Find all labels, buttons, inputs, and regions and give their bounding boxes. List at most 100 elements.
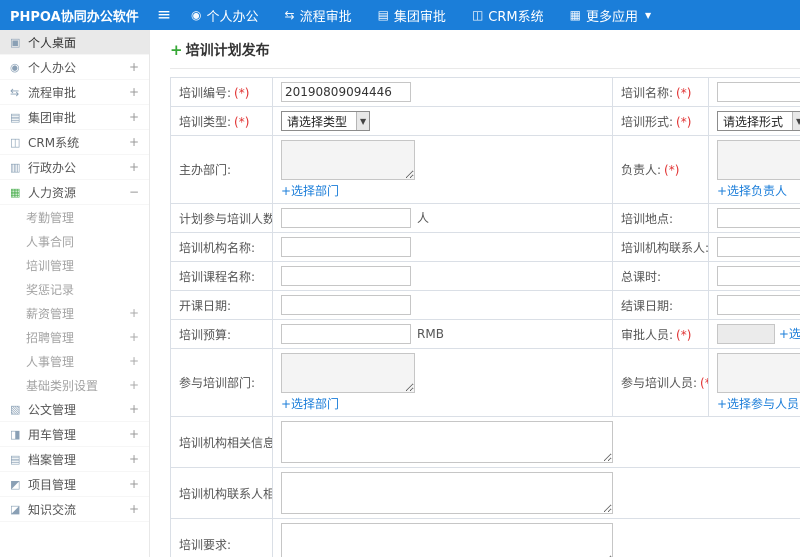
topnav-label: 集团审批 xyxy=(393,9,446,25)
field-label: 培训课程名称: xyxy=(179,269,256,284)
expand-toggle[interactable]: + xyxy=(127,330,139,344)
table-row: 培训要求: xyxy=(170,518,800,557)
course-name-input[interactable] xyxy=(281,266,411,286)
expand-toggle[interactable]: + xyxy=(127,60,139,74)
sidebar-item-process-approval[interactable]: ⇆ 流程审批 + xyxy=(0,80,149,105)
sidebar-item-label: CRM系统 xyxy=(28,135,80,150)
sidebar-item-label: 知识交流 xyxy=(28,502,77,517)
org-info-textarea[interactable] xyxy=(281,421,613,463)
sidebar-item-admin-office[interactable]: ▥ 行政办公 + xyxy=(0,155,149,180)
sidebar-subitem-label: 考勤管理 xyxy=(26,210,75,225)
training-name-input[interactable] xyxy=(717,82,800,102)
sidebar-subitem-label: 基础类别设置 xyxy=(26,378,99,393)
join-people-textarea[interactable] xyxy=(717,353,800,393)
field-label: 培训编号: xyxy=(179,85,232,100)
select-leader-link[interactable]: +选择负责人 xyxy=(717,182,787,199)
expand-toggle[interactable]: + xyxy=(127,477,139,491)
approver-input[interactable] xyxy=(717,324,775,344)
training-number-input[interactable] xyxy=(281,82,411,102)
sidebar-item-personal-desktop[interactable]: ▣ 个人桌面 xyxy=(0,30,149,55)
field-label: 开课日期: xyxy=(179,298,232,313)
participant-count-input[interactable] xyxy=(281,208,411,228)
select-join-dept-link[interactable]: +选择部门 xyxy=(281,395,339,412)
required-mark: (*) xyxy=(676,114,692,129)
sidebar-item-salary-mgmt[interactable]: 薪资管理 + xyxy=(0,301,149,325)
sidebar-item-group-approval[interactable]: ▤ 集团审批 + xyxy=(0,105,149,130)
select-join-people-link[interactable]: +选择参与人员 xyxy=(717,395,799,412)
unit-suffix: 人 xyxy=(417,211,430,225)
location-input[interactable] xyxy=(717,208,800,228)
expand-toggle[interactable]: + xyxy=(127,354,139,368)
table-row: 参与培训部门: +选择部门 参与培训人员:(*) +选择参与人员 xyxy=(170,348,800,417)
sidebar-item-label: 个人办公 xyxy=(28,60,77,75)
sidebar-item-training-mgmt[interactable]: 培训管理 xyxy=(0,253,149,277)
sidebar-item-label: 公文管理 xyxy=(28,402,77,417)
expand-toggle[interactable]: + xyxy=(127,85,139,99)
expand-toggle[interactable]: + xyxy=(127,306,139,320)
join-dept-textarea[interactable] xyxy=(281,353,415,393)
expand-toggle[interactable]: + xyxy=(127,502,139,516)
topnav-personal-office[interactable]: ◉ 个人办公 xyxy=(178,0,272,30)
topnav-crm-system[interactable]: ◫ CRM系统 xyxy=(459,0,557,30)
flow-icon: ⇆ xyxy=(284,8,295,22)
field-label: 结课日期: xyxy=(621,298,674,313)
project-icon: ◩ xyxy=(10,477,21,491)
sidebar-item-personal-office[interactable]: ◉ 个人办公 + xyxy=(0,55,149,80)
leader-textarea[interactable] xyxy=(717,140,800,180)
table-row: 主办部门: +选择部门 负责人: (*) +选择负责人 xyxy=(170,135,800,204)
page-title: 培训计划发布 xyxy=(185,43,270,59)
sidebar-item-base-category-settings[interactable]: 基础类别设置 + xyxy=(0,373,149,397)
collapse-toggle[interactable]: − xyxy=(127,185,139,199)
field-label: 培训机构联系人: xyxy=(621,240,709,255)
expand-toggle[interactable]: + xyxy=(127,378,139,392)
total-hours-input[interactable] xyxy=(717,266,800,286)
field-label: 培训地点: xyxy=(621,211,674,226)
training-mode-select[interactable]: 请选择形式 ▼ xyxy=(717,111,800,131)
admin-office-icon: ▥ xyxy=(10,160,21,174)
expand-toggle[interactable]: + xyxy=(127,110,139,124)
field-label: 负责人: xyxy=(621,163,662,177)
field-label: 主办部门: xyxy=(179,163,232,177)
start-date-input[interactable] xyxy=(281,295,411,315)
org-contact-input[interactable] xyxy=(717,237,800,257)
budget-input[interactable] xyxy=(281,324,411,344)
topnav-group-approval[interactable]: ▤ 集团审批 xyxy=(365,0,459,30)
sidebar-item-attendance-mgmt[interactable]: 考勤管理 xyxy=(0,205,149,229)
expand-toggle[interactable]: + xyxy=(127,135,139,149)
topnav-label: CRM系统 xyxy=(488,9,544,25)
required-mark: (*) xyxy=(676,85,692,100)
end-date-input[interactable] xyxy=(717,295,800,315)
select-approver-link[interactable]: +选择审批人员 xyxy=(779,327,800,341)
sidebar-item-document-mgmt[interactable]: ▧ 公文管理 + xyxy=(0,397,149,422)
topnav-more-apps[interactable]: ▦ 更多应用 ▼ xyxy=(557,0,665,30)
expand-toggle[interactable]: + xyxy=(127,427,139,441)
sidebar-item-reward-punishment[interactable]: 奖惩记录 xyxy=(0,277,149,301)
user-icon: ◉ xyxy=(10,60,20,74)
host-dept-textarea[interactable] xyxy=(281,140,415,180)
expand-toggle[interactable]: + xyxy=(127,452,139,466)
training-plan-form: 培训编号:(*) 培训名称:(*) 培训类型:(*) 请选择类型 ▼ 培训形式:… xyxy=(170,77,800,557)
sidebar-item-project-mgmt[interactable]: ◩ 项目管理 + xyxy=(0,472,149,497)
org-contact-info-textarea[interactable] xyxy=(281,472,613,514)
select-dept-link[interactable]: +选择部门 xyxy=(281,182,339,199)
hamburger-menu-icon[interactable]: ≡ xyxy=(150,0,178,30)
crm-icon: ◫ xyxy=(471,8,484,22)
select-value: 请选择形式 xyxy=(723,114,784,129)
topnav-process-approval[interactable]: ⇆ 流程审批 xyxy=(272,0,365,30)
training-type-select[interactable]: 请选择类型 ▼ xyxy=(281,111,371,131)
expand-toggle[interactable]: + xyxy=(127,160,139,174)
field-label: 培训形式: xyxy=(621,114,674,129)
sidebar-item-hr[interactable]: ▦ 人力资源 − xyxy=(0,180,149,205)
sidebar-item-personnel-mgmt[interactable]: 人事管理 + xyxy=(0,349,149,373)
expand-toggle[interactable]: + xyxy=(127,402,139,416)
field-label: 培训要求: xyxy=(179,537,232,552)
sidebar-item-recruit-mgmt[interactable]: 招聘管理 + xyxy=(0,325,149,349)
org-name-input[interactable] xyxy=(281,237,411,257)
sidebar-item-archive-mgmt[interactable]: ▤ 档案管理 + xyxy=(0,447,149,472)
sidebar-item-crm-system[interactable]: ◫ CRM系统 + xyxy=(0,130,149,155)
requirements-textarea[interactable] xyxy=(281,523,613,557)
sidebar-item-vehicle-mgmt[interactable]: ◨ 用车管理 + xyxy=(0,422,149,447)
field-label: 培训机构相关信息: xyxy=(179,435,273,450)
sidebar-item-hr-contract[interactable]: 人事合同 xyxy=(0,229,149,253)
sidebar-item-knowledge-exchange[interactable]: ◪ 知识交流 + xyxy=(0,497,149,522)
